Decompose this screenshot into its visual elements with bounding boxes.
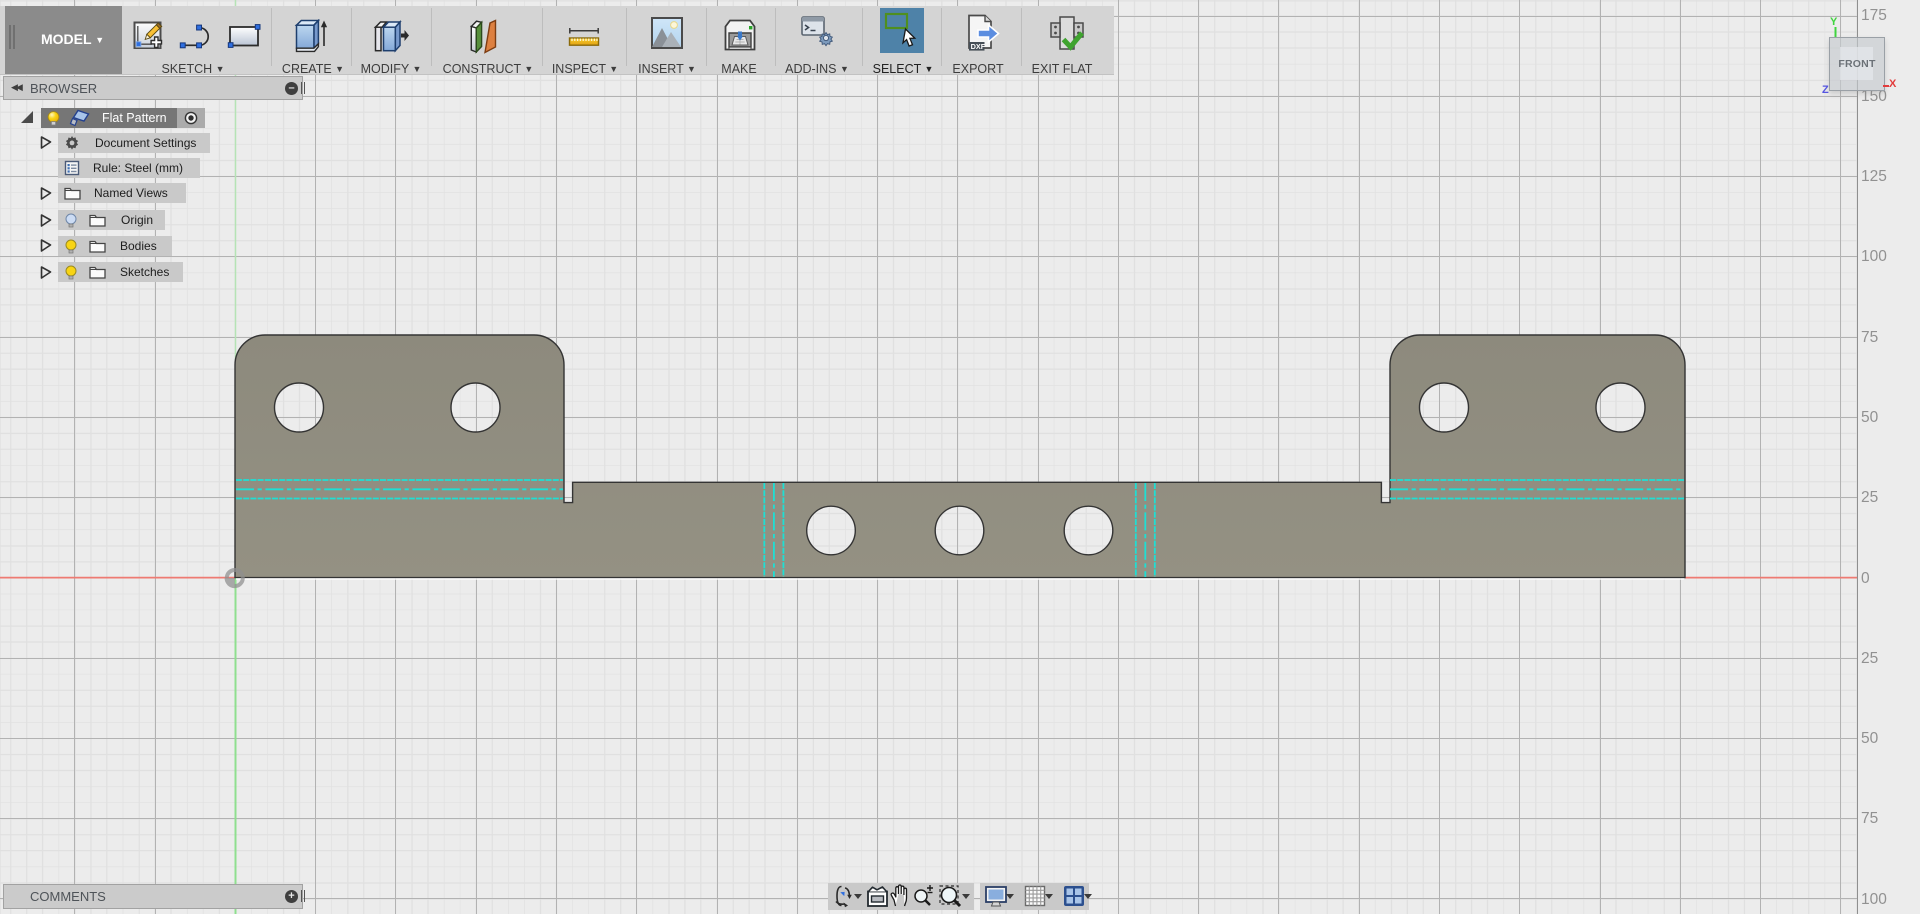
svg-text:DXF: DXF bbox=[971, 42, 986, 51]
